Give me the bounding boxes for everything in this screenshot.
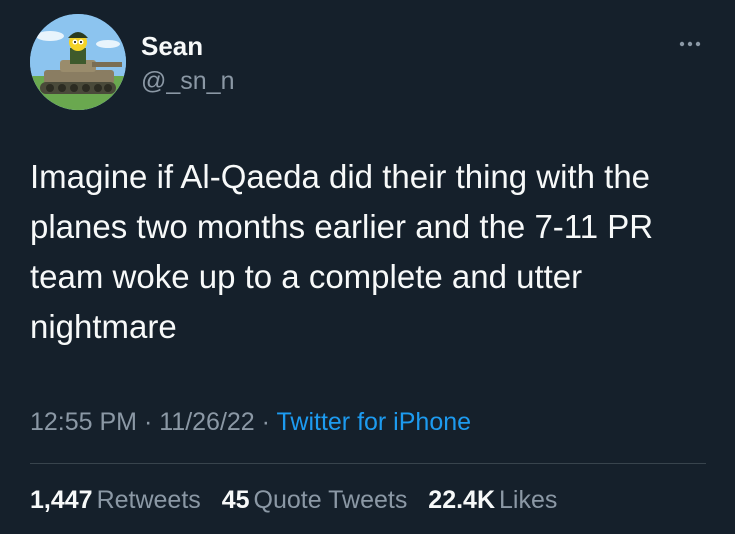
quote-tweets-count: 45 [221, 486, 250, 514]
retweets-label: Retweets [96, 486, 201, 514]
engagement-stats: 1,447 Retweets 45 Quote Tweets 22.4K Likes [30, 482, 571, 518]
likes-count: 22.4K [428, 486, 496, 514]
divider [30, 463, 706, 464]
user-handle[interactable]: @_sn_n [141, 66, 235, 96]
tweet-source-link[interactable]: Twitter for iPhone [277, 408, 472, 436]
retweets-stat[interactable]: 1,447 Retweets [30, 486, 201, 514]
avatar-image [30, 14, 126, 110]
quote-tweets-stat[interactable]: 45 Quote Tweets [222, 486, 408, 514]
retweets-count: 1,447 [30, 486, 93, 514]
more-button[interactable] [672, 30, 708, 58]
meta-separator: · [261, 408, 270, 436]
avatar[interactable] [30, 14, 126, 110]
display-name[interactable]: Sean [141, 30, 203, 62]
tweet: Sean @_sn_n Imagine if Al-Qaeda did thei… [0, 0, 735, 534]
likes-label: Likes [499, 486, 558, 514]
tweet-metadata: 12:55 PM · 11/26/22 · Twitter for iPhone [30, 404, 471, 440]
meta-separator: · [143, 408, 153, 436]
quote-tweets-label: Quote Tweets [253, 486, 408, 514]
more-horizontal-icon [679, 41, 701, 47]
likes-stat[interactable]: 22.4K Likes [428, 486, 557, 514]
tweet-text: Imagine if Al-Qaeda did their thing with… [30, 158, 654, 345]
tweet-date[interactable]: 11/26/22 [159, 408, 254, 436]
tweet-time[interactable]: 12:55 PM [30, 408, 137, 436]
